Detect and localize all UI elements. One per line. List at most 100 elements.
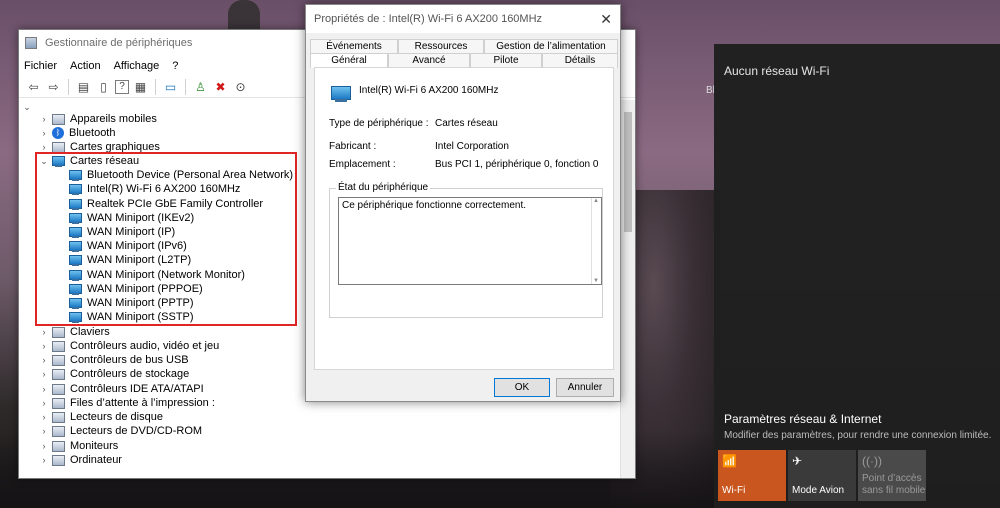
properties-dialog: Propriétés de : Intel(R) Wi-Fi 6 AX200 1… xyxy=(305,4,621,402)
location-value: Bus PCI 1, périphérique 0, fonction 0 xyxy=(435,159,599,170)
properties-title: Propriétés de : Intel(R) Wi-Fi 6 AX200 1… xyxy=(314,13,543,25)
chevron-right-icon[interactable]: › xyxy=(39,396,49,410)
device-status-group: État du périphérique Ce périphérique fon… xyxy=(329,182,603,318)
chevron-right-icon[interactable]: › xyxy=(39,112,49,126)
no-wifi-header: Aucun réseau Wi-Fi xyxy=(724,64,830,78)
dvd-drive-icon xyxy=(52,425,65,437)
tree-category[interactable]: Contrôleurs de bus USB xyxy=(52,353,189,367)
device-type-label: Type de périphérique : xyxy=(329,118,429,129)
device-manager-app-icon xyxy=(25,37,37,49)
toolbar-separator xyxy=(68,78,69,95)
hotspot-tile-label: Point d’accès sans fil mobile xyxy=(862,473,926,496)
forward-arrow-icon[interactable]: ⇨ xyxy=(45,78,62,95)
wifi-tile-label: Wi-Fi xyxy=(722,485,746,496)
disk-drive-icon xyxy=(52,411,65,423)
menu-help[interactable]: ? xyxy=(172,60,178,72)
tree-category[interactable]: Files d’attente à l’impression : xyxy=(52,396,215,410)
tree-category[interactable]: Ordinateur xyxy=(52,453,122,467)
scroll-down-icon[interactable]: ▼ xyxy=(593,278,599,284)
hotspot-icon: ((·)) xyxy=(862,454,882,468)
document-icon[interactable]: ▯ xyxy=(95,78,112,95)
tree-category[interactable]: Moniteurs xyxy=(52,439,118,453)
airplane-tile-label: Mode Avion xyxy=(792,485,845,496)
help-icon[interactable]: ? xyxy=(115,79,129,94)
toolbar-separator xyxy=(155,78,156,95)
chevron-right-icon[interactable]: › xyxy=(39,382,49,396)
device-status-text: Ce périphérique fonctionne correctement. xyxy=(342,200,526,211)
tree-category[interactable]: ᛒ Bluetooth xyxy=(52,126,115,140)
manufacturer-label: Fabricant : xyxy=(329,141,377,152)
menu-fichier[interactable]: Fichier xyxy=(24,60,57,72)
ide-controller-icon xyxy=(52,383,65,395)
download-circle-icon[interactable]: ⊙ xyxy=(232,78,249,95)
general-tab-panel: Intel(R) Wi-Fi 6 AX200 160MHz Type de pé… xyxy=(314,67,614,370)
wifi-tile[interactable]: 📶 Wi-Fi xyxy=(718,450,786,501)
wifi-icon: 📶 xyxy=(722,454,737,468)
keyboard-icon xyxy=(52,326,65,338)
chevron-down-icon[interactable]: ⌄ xyxy=(22,100,32,114)
ok-button[interactable]: OK xyxy=(494,378,550,397)
chevron-right-icon[interactable]: › xyxy=(39,325,49,339)
chevron-right-icon[interactable]: › xyxy=(39,367,49,381)
network-adapter-icon xyxy=(331,86,351,102)
device-type-value: Cartes réseau xyxy=(435,118,498,129)
location-label: Emplacement : xyxy=(329,159,396,170)
properties-sheet-icon[interactable]: ▤ xyxy=(75,78,92,95)
cancel-button[interactable]: Annuler xyxy=(556,378,614,397)
menu-affichage[interactable]: Affichage xyxy=(114,60,160,72)
airplane-icon: ✈ xyxy=(792,454,803,468)
tab-gestion-alimentation[interactable]: Gestion de l’alimentation xyxy=(484,39,618,54)
network-flyout: Aucun réseau Wi-Fi Paramètres réseau & I… xyxy=(714,44,1000,508)
tree-category[interactable]: Lecteurs de disque xyxy=(52,410,163,424)
tab-general[interactable]: Général xyxy=(310,53,388,68)
usb-icon xyxy=(52,354,65,366)
back-arrow-icon[interactable]: ⇦ xyxy=(25,78,42,95)
tab-avance[interactable]: Avancé xyxy=(388,53,470,68)
tabs-row-bottom: Général Avancé Pilote Détails xyxy=(310,53,618,68)
scrollbar-thumb[interactable] xyxy=(624,112,632,232)
computer-icon xyxy=(52,454,65,466)
tab-pilote[interactable]: Pilote xyxy=(470,53,542,68)
storage-icon xyxy=(52,368,65,380)
tab-details[interactable]: Détails xyxy=(542,53,618,68)
chevron-right-icon[interactable]: › xyxy=(39,410,49,424)
scroll-up-icon[interactable]: ▲ xyxy=(593,198,599,204)
tree-category[interactable]: Contrôleurs de stockage xyxy=(52,367,189,381)
tab-evenements[interactable]: Événements xyxy=(310,39,398,54)
tree-category[interactable]: Contrôleurs IDE ATA/ATAPI xyxy=(52,382,204,396)
tab-ressources[interactable]: Ressources xyxy=(398,39,484,54)
device-status-legend: État du périphérique xyxy=(336,182,431,193)
chevron-right-icon[interactable]: › xyxy=(39,453,49,467)
list-icon[interactable]: ▦ xyxy=(132,78,149,95)
chevron-right-icon[interactable]: › xyxy=(39,424,49,438)
toolbar-separator xyxy=(185,78,186,95)
close-icon[interactable]: ✕ xyxy=(600,11,612,28)
scan-monitor-icon[interactable]: ▭ xyxy=(162,78,179,95)
uninstall-x-icon[interactable]: ✖ xyxy=(212,78,229,95)
menu-action[interactable]: Action xyxy=(70,60,101,72)
network-settings-subtext: Modifier des paramètres, pour rendre une… xyxy=(724,430,992,441)
printer-icon xyxy=(52,397,65,409)
display-adapter-icon xyxy=(52,141,65,153)
device-manager-title: Gestionnaire de périphériques xyxy=(45,37,193,49)
speaker-icon xyxy=(52,340,65,352)
airplane-mode-tile[interactable]: ✈ Mode Avion xyxy=(788,450,856,501)
chevron-right-icon[interactable]: › xyxy=(39,439,49,453)
add-driver-icon[interactable]: ♙ xyxy=(192,78,209,95)
network-settings-link[interactable]: Paramètres réseau & Internet xyxy=(724,412,881,426)
chevron-right-icon[interactable]: › xyxy=(39,353,49,367)
chevron-right-icon[interactable]: › xyxy=(39,339,49,353)
tabs-row-top: Événements Ressources Gestion de l’alime… xyxy=(310,39,618,54)
status-scrollbar[interactable]: ▲ ▼ xyxy=(591,198,601,284)
tree-category[interactable]: Claviers xyxy=(52,325,110,339)
monitor-icon xyxy=(52,440,65,452)
device-status-textbox[interactable]: Ce périphérique fonctionne correctement.… xyxy=(338,197,602,285)
tree-category[interactable]: Contrôleurs audio, vidéo et jeu xyxy=(52,339,219,353)
tree-category[interactable]: Lecteurs de DVD/CD-ROM xyxy=(52,424,202,438)
chevron-right-icon[interactable]: › xyxy=(39,126,49,140)
tree-category[interactable]: Appareils mobiles xyxy=(52,112,157,126)
device-tree-scrollbar[interactable] xyxy=(620,100,635,478)
bluetooth-icon: ᛒ xyxy=(52,127,64,139)
mobile-hotspot-tile[interactable]: ((·)) Point d’accès sans fil mobile xyxy=(858,450,926,501)
properties-titlebar[interactable]: Propriétés de : Intel(R) Wi-Fi 6 AX200 1… xyxy=(306,5,620,33)
